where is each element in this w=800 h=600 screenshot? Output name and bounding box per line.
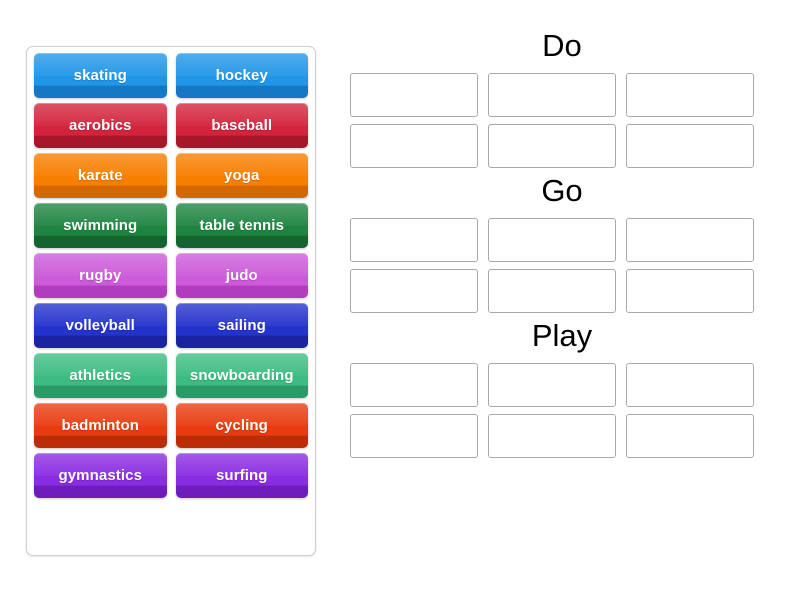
category-title: Go xyxy=(541,173,583,208)
slot-row xyxy=(350,269,774,313)
word-tile-label: athletics xyxy=(69,367,132,384)
slot-row xyxy=(350,363,774,407)
drop-slot[interactable] xyxy=(350,73,478,117)
sorting-activity: skating hockey aerobics baseball karate yoga s… xyxy=(0,0,800,600)
tile-row: skating hockey xyxy=(34,53,308,98)
word-tile[interactable]: swimming xyxy=(34,203,167,248)
drop-slot[interactable] xyxy=(350,124,478,168)
drop-slot[interactable] xyxy=(626,73,754,117)
drop-slot[interactable] xyxy=(488,73,616,117)
word-tile[interactable]: athletics xyxy=(34,353,167,398)
tile-row: karate yoga xyxy=(34,153,308,198)
drop-slot[interactable] xyxy=(350,363,478,407)
word-tile[interactable]: cycling xyxy=(175,403,308,448)
word-tile-label: rugby xyxy=(79,267,122,284)
drop-slot[interactable] xyxy=(350,414,478,458)
drop-slot[interactable] xyxy=(626,414,754,458)
word-tile[interactable]: snowboarding xyxy=(175,353,308,398)
word-tile-label: swimming xyxy=(63,217,138,234)
tile-row: badminton cycling xyxy=(34,403,308,448)
tile-row: swimming table tennis xyxy=(34,203,308,248)
drop-slot[interactable] xyxy=(488,269,616,313)
tile-row: rugby judo xyxy=(34,253,308,298)
drop-slot[interactable] xyxy=(626,124,754,168)
word-tile-label: karate xyxy=(77,167,123,184)
tile-row: aerobics baseball xyxy=(34,103,308,148)
word-tile[interactable]: gymnastics xyxy=(34,453,167,498)
category-group: Go xyxy=(350,175,774,313)
drop-slot[interactable] xyxy=(350,269,478,313)
slot-row xyxy=(350,414,774,458)
category-columns: Do Go Play xyxy=(350,30,774,465)
word-tile-label: judo xyxy=(225,267,258,284)
word-tile[interactable]: table tennis xyxy=(175,203,308,248)
word-tile[interactable]: judo xyxy=(175,253,308,298)
word-tile[interactable]: yoga xyxy=(175,153,308,198)
word-tile-label: gymnastics xyxy=(58,467,143,484)
drop-slot[interactable] xyxy=(488,124,616,168)
word-tile-label: snowboarding xyxy=(189,367,294,384)
tile-row: athletics snowboarding xyxy=(34,353,308,398)
word-tile[interactable]: volleyball xyxy=(34,303,167,348)
category-group: Play xyxy=(350,320,774,458)
word-tile-label: volleyball xyxy=(65,317,135,334)
drop-slot[interactable] xyxy=(488,414,616,458)
category-title: Play xyxy=(531,318,593,353)
slot-row xyxy=(350,124,774,168)
word-tile-label: baseball xyxy=(211,117,273,134)
word-tile[interactable]: baseball xyxy=(175,103,308,148)
word-bank-panel: skating hockey aerobics baseball karate yoga s… xyxy=(26,46,316,556)
word-tile[interactable]: sailing xyxy=(175,303,308,348)
word-tile[interactable]: rugby xyxy=(34,253,167,298)
word-tile-label: sailing xyxy=(217,317,266,334)
drop-slot[interactable] xyxy=(488,218,616,262)
category-group: Do xyxy=(350,30,774,168)
word-tile-label: skating xyxy=(73,67,127,84)
word-tile-label: surfing xyxy=(215,467,268,484)
tile-row: gymnastics surfing xyxy=(34,453,308,498)
word-tile-label: badminton xyxy=(61,417,140,434)
slot-row xyxy=(350,218,774,262)
tile-row: volleyball sailing xyxy=(34,303,308,348)
category-title: Do xyxy=(542,28,582,63)
word-tile[interactable]: hockey xyxy=(175,53,308,98)
word-tile[interactable]: karate xyxy=(34,153,167,198)
drop-slot[interactable] xyxy=(350,218,478,262)
drop-slot[interactable] xyxy=(488,363,616,407)
slot-row xyxy=(350,73,774,117)
word-tile[interactable]: badminton xyxy=(34,403,167,448)
word-tile[interactable]: skating xyxy=(34,53,167,98)
word-tile-label: hockey xyxy=(215,67,268,84)
drop-slot[interactable] xyxy=(626,218,754,262)
word-tile-label: aerobics xyxy=(69,117,132,134)
word-tile[interactable]: aerobics xyxy=(34,103,167,148)
word-tile-label: table tennis xyxy=(199,217,285,234)
word-tile-label: cycling xyxy=(215,417,268,434)
word-tile-label: yoga xyxy=(224,167,260,184)
drop-slot[interactable] xyxy=(626,269,754,313)
drop-slot[interactable] xyxy=(626,363,754,407)
word-tile[interactable]: surfing xyxy=(175,453,308,498)
